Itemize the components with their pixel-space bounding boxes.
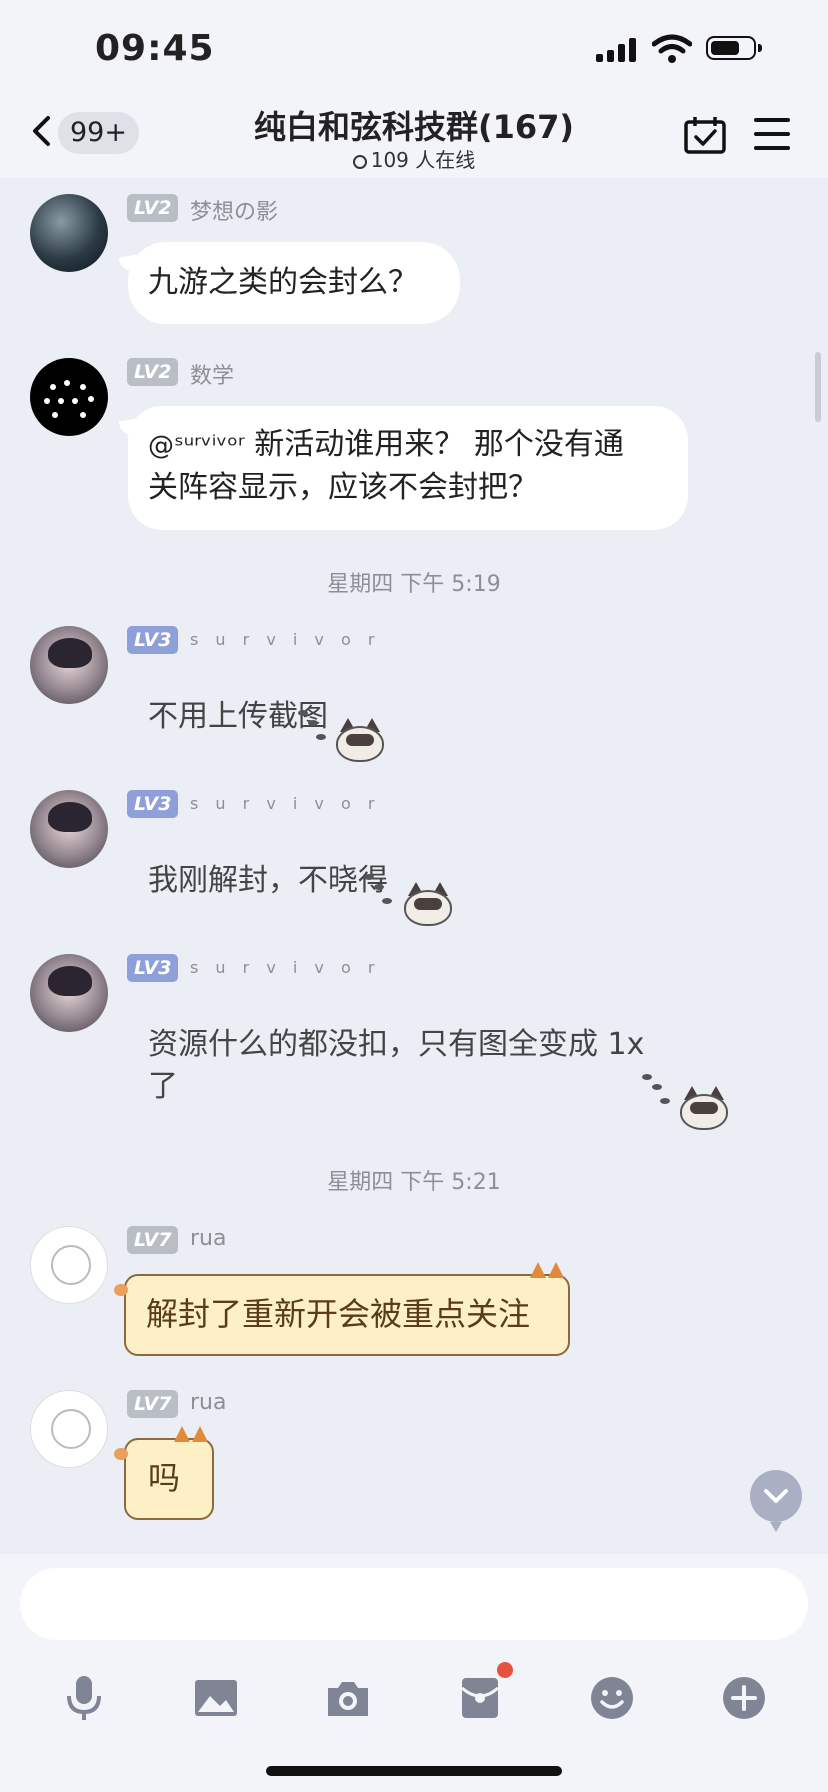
cat-sticker-icon [680, 1086, 728, 1130]
avatar[interactable] [30, 1390, 108, 1468]
paw-prints-icon [640, 1070, 680, 1110]
timestamp: 星期四 下午 5:19 [327, 572, 501, 597]
cellular-signal-icon [596, 36, 636, 62]
message-line: 了 [148, 1069, 178, 1104]
level-badge: LV3 [127, 626, 179, 654]
image-icon[interactable] [192, 1674, 240, 1722]
wifi-icon [652, 34, 692, 63]
sender-name[interactable]: s u r v i v o r [190, 958, 380, 977]
level-badge: LV7 [127, 1390, 179, 1418]
chat-header: 99+ 纯白和弦科技群(167) 109 人在线 [0, 100, 828, 178]
sender-name[interactable]: rua [190, 1226, 226, 1251]
scroll-to-bottom-button[interactable] [750, 1470, 802, 1532]
status-bar: 09:45 [0, 0, 828, 100]
menu-icon[interactable] [754, 118, 790, 150]
avatar[interactable] [30, 954, 108, 1032]
message-text[interactable]: 我刚解封，不晓得 [148, 860, 388, 902]
level-badge: LV3 [127, 954, 179, 982]
sender-name[interactable]: 数学 [190, 358, 234, 390]
bubble-tail-icon [114, 1448, 128, 1460]
level-badge: LV3 [127, 790, 179, 818]
message-line: 资源什么的都没扣，只有图全变成 1x [148, 1027, 645, 1062]
level-badge: LV7 [127, 1226, 179, 1254]
sender-name[interactable]: rua [190, 1390, 226, 1415]
avatar[interactable] [30, 358, 108, 436]
avatar[interactable] [30, 1226, 108, 1304]
battery-icon [706, 36, 762, 60]
cat-sticker-icon [336, 718, 384, 762]
paw-prints-icon [296, 706, 336, 746]
cat-ears-icon [174, 1426, 210, 1444]
level-badge: LV2 [127, 194, 179, 222]
sender-name[interactable]: s u r v i v o r [190, 630, 380, 649]
message-text[interactable]: 资源什么的都没扣，只有图全变成 1x 了 [148, 1024, 644, 1108]
message-bubble[interactable]: 解封了重新开会被重点关注 [114, 1262, 570, 1356]
sender-name[interactable]: s u r v i v o r [190, 794, 380, 813]
paw-prints-icon [362, 870, 402, 910]
message-bubble[interactable]: 九游之类的会封么？ [128, 242, 460, 324]
avatar[interactable] [30, 790, 108, 868]
status-time: 09:45 [95, 28, 215, 69]
scrollbar[interactable] [815, 352, 821, 422]
online-status-icon [352, 155, 367, 169]
cat-ears-icon [530, 1262, 566, 1280]
message-bubble[interactable]: 吗 [114, 1426, 214, 1520]
cat-sticker-icon [404, 882, 452, 926]
chevron-down-icon [764, 1489, 788, 1503]
emoji-icon[interactable] [588, 1674, 636, 1722]
message-line: @ˢᵘʳᵛⁱᵛᵒʳ 新活动谁用来？ 那个没有通 [148, 427, 624, 462]
timestamp: 星期四 下午 5:21 [327, 1170, 501, 1195]
level-badge: LV2 [127, 358, 179, 386]
plus-icon[interactable] [720, 1674, 768, 1722]
microphone-icon[interactable] [60, 1674, 108, 1722]
message-input[interactable] [20, 1568, 808, 1640]
message-line: 关阵容显示，应该不会封把？ [148, 470, 538, 505]
avatar[interactable] [30, 194, 108, 272]
red-packet-icon[interactable] [456, 1674, 504, 1722]
notification-dot [497, 1662, 513, 1678]
camera-icon[interactable] [324, 1674, 372, 1722]
mention[interactable]: @ˢᵘʳᵛⁱᵛᵒʳ [148, 431, 245, 461]
home-indicator [266, 1766, 562, 1776]
calendar-check-icon[interactable] [684, 116, 726, 154]
input-panel [0, 1554, 828, 1792]
bubble-tail-icon [114, 1284, 128, 1296]
message-bubble[interactable]: @ˢᵘʳᵛⁱᵛᵒʳ 新活动谁用来？ 那个没有通 关阵容显示，应该不会封把？ [128, 406, 688, 530]
toolbar [0, 1662, 828, 1734]
avatar[interactable] [30, 626, 108, 704]
sender-name[interactable]: 梦想の影 [190, 194, 278, 226]
